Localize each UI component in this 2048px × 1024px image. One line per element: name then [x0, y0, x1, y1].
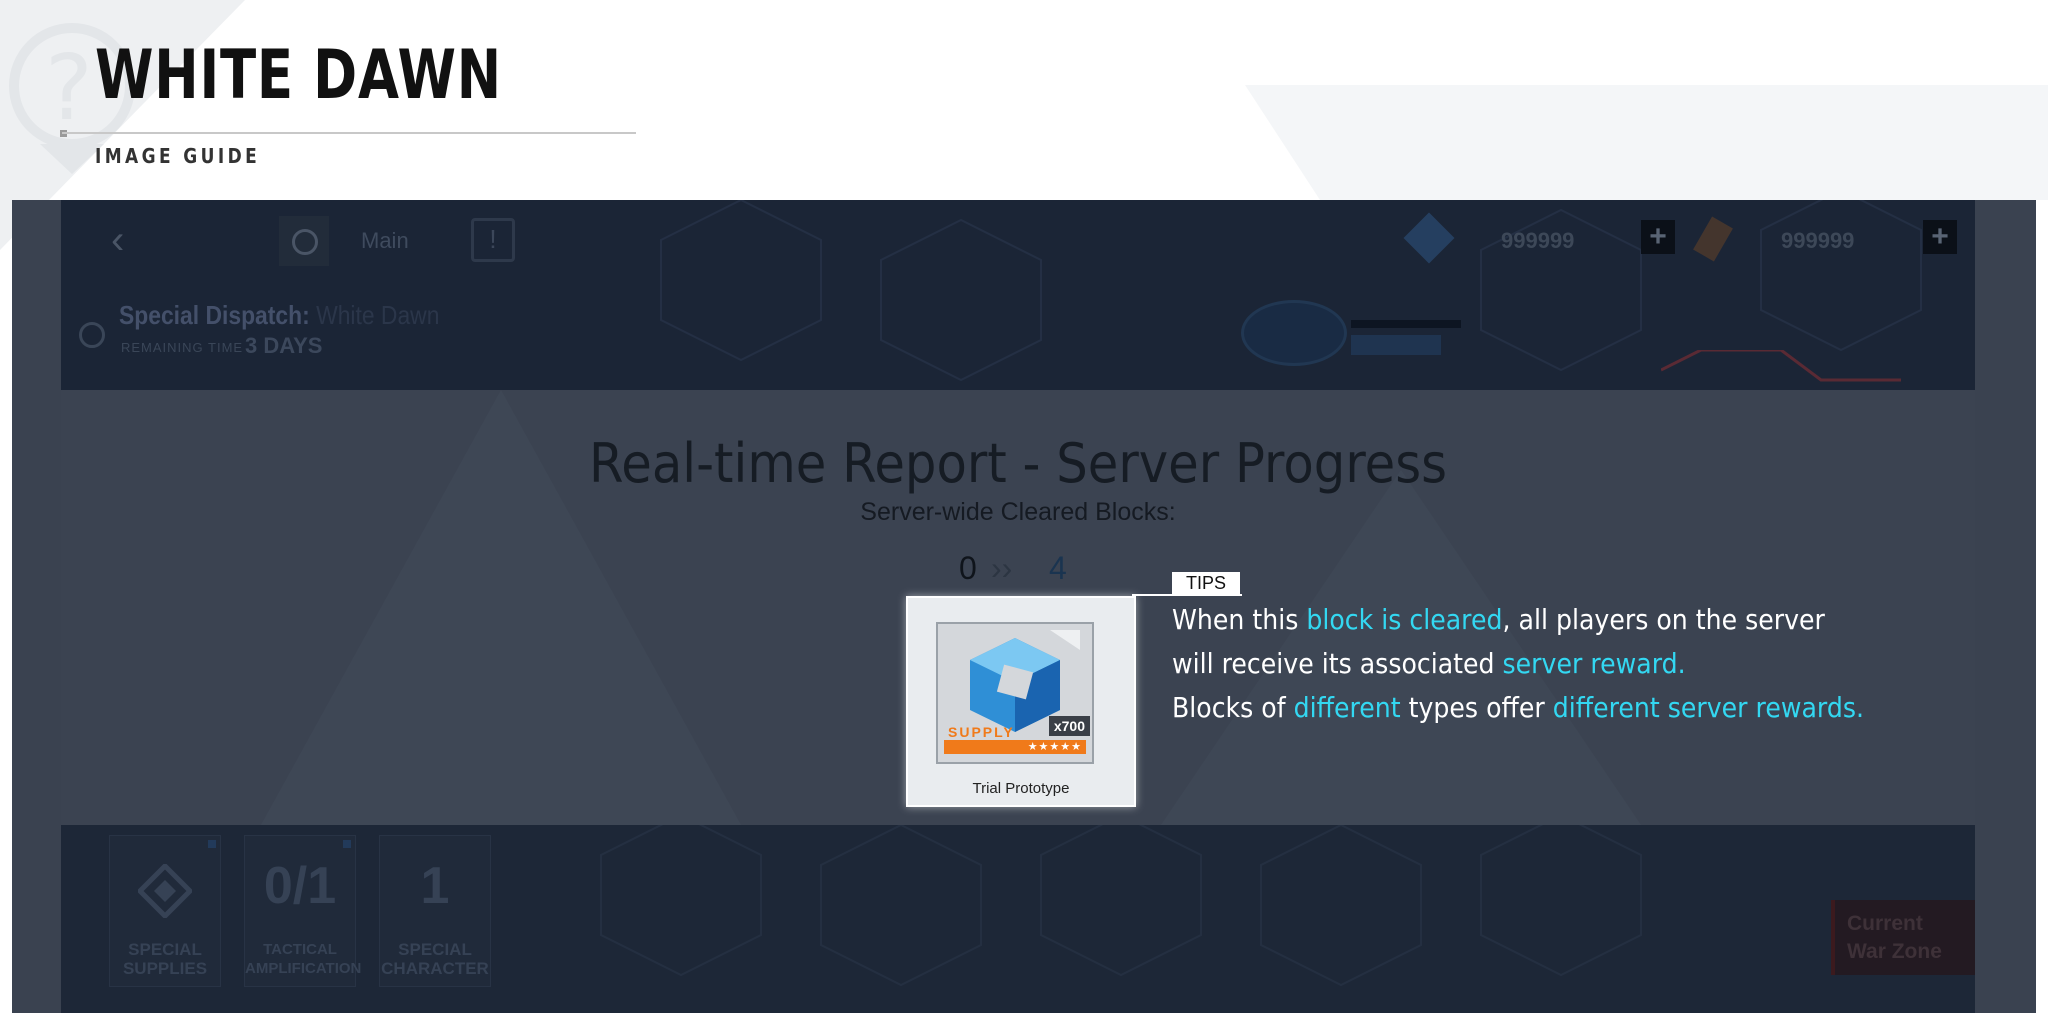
remaining-time-label: REMAINING TIME	[121, 340, 244, 355]
guide-header: ? WHITE DAWN IMAGE GUIDE	[0, 0, 2048, 200]
home-button[interactable]	[279, 216, 329, 266]
page-subtitle: IMAGE GUIDE	[95, 144, 261, 168]
add-resource-1-button[interactable]: +	[1641, 220, 1675, 254]
main-label[interactable]: Main	[361, 228, 409, 254]
cleared-blocks-label: Server-wide Cleared Blocks:	[860, 498, 1176, 526]
add-resource-2-button[interactable]: +	[1923, 220, 1957, 254]
tips-line-3: Blocks of different types offer differen…	[1172, 691, 1864, 724]
map-node-tag	[1351, 335, 1441, 355]
back-arrow-icon[interactable]: ‹	[111, 218, 124, 263]
current-war-zone-button[interactable]: Current War Zone	[1831, 900, 1975, 975]
remaining-time-value: 3 DAYS	[245, 333, 323, 358]
map-route-line	[1661, 350, 1901, 382]
item-frame: SUPPLY x700 ★★★★★	[936, 622, 1094, 764]
event-target-icon	[79, 322, 105, 348]
tips-line-1: When this block is cleared, all players …	[1172, 603, 1825, 636]
zone-label: Current War Zone	[1847, 912, 1942, 963]
card-notice-dot	[343, 840, 351, 848]
total-count: 4	[1049, 550, 1067, 586]
card-notice-dot	[208, 840, 216, 848]
resource-1-value: 999999	[1501, 228, 1575, 253]
event-title: Special Dispatch: White Dawn	[119, 300, 439, 331]
reward-item-card: SUPPLY x700 ★★★★★ Trial Prototype	[906, 596, 1136, 807]
home-icon	[292, 229, 318, 255]
item-brand: SUPPLY	[948, 724, 1015, 740]
map-node-icon[interactable]	[1241, 300, 1347, 366]
event-title-name: White Dawn	[316, 300, 440, 330]
report-title: Real-time Report - Server Progress	[589, 432, 1447, 495]
tips-label: TIPS	[1172, 572, 1240, 594]
item-name: Trial Prototype	[972, 780, 1070, 797]
special-character-button[interactable]: 1 SPECIAL CHARACTER	[379, 835, 491, 987]
card-label: TACTICAL AMPLIFICATION	[245, 941, 362, 977]
top-bar: ‹ Main ! 999999 + 999999 + Special Dispa…	[61, 200, 1975, 390]
svg-text:?: ?	[45, 36, 93, 141]
card-label: SPECIAL CHARACTER	[381, 940, 489, 978]
bottom-bar: SPECIAL SUPPLIES 0/1 TACTICAL AMPLIFICATIO…	[61, 825, 1975, 1013]
tips-line-2: will receive its associated server rewar…	[1172, 647, 1686, 680]
title-divider	[62, 132, 636, 134]
progress-arrow-icon: ››	[991, 550, 1013, 586]
tactical-amplification-button[interactable]: 0/1 TACTICAL AMPLIFICATION	[244, 835, 362, 987]
resource-2-value: 999999	[1781, 228, 1855, 253]
page-title: WHITE DAWN	[95, 36, 502, 115]
card-count: 1	[420, 857, 450, 915]
event-title-prefix: Special Dispatch:	[119, 300, 310, 330]
info-button[interactable]: !	[471, 218, 515, 262]
cleared-count: 0	[959, 550, 977, 586]
card-label: SPECIAL SUPPLIES	[122, 940, 208, 978]
special-supplies-button[interactable]: SPECIAL SUPPLIES	[109, 835, 221, 987]
item-rarity-stars: ★★★★★	[944, 740, 1086, 754]
tips-text: When this block is cleared, all players …	[1172, 598, 1864, 730]
supplies-icon	[138, 864, 192, 918]
item-quantity: x700	[1048, 716, 1090, 736]
card-count: 0/1	[263, 857, 337, 915]
map-node-bar	[1351, 320, 1461, 328]
